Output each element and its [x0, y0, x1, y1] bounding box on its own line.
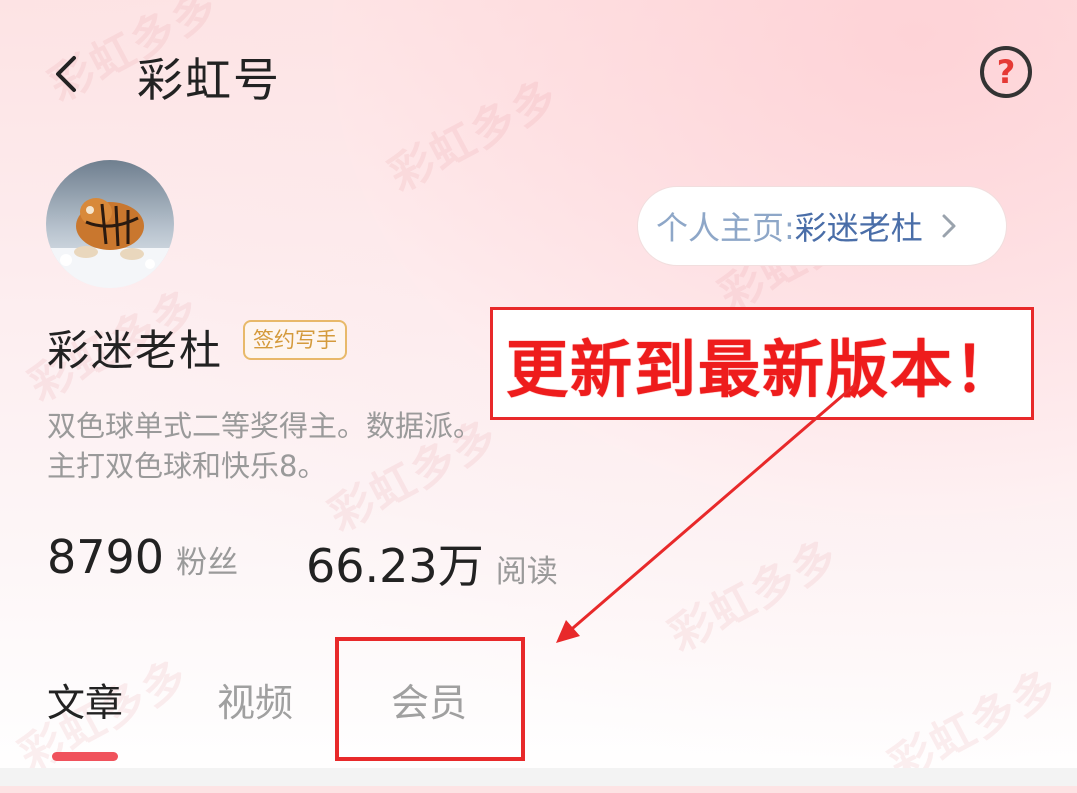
reads-label: 阅读 [495, 554, 558, 590]
user-name: 彩迷老杜 [47, 326, 224, 375]
followers-count: 8790 [47, 530, 165, 584]
membership-tab-highlight [335, 637, 525, 761]
chevron-left-icon [56, 56, 76, 92]
homepage-link[interactable]: 个人主页: 彩迷老杜 [637, 186, 1007, 266]
annotation-text: 更新到最新版本！ [505, 332, 1018, 406]
help-button[interactable]: ? [980, 46, 1032, 98]
question-circle-icon: ? [996, 53, 1016, 91]
signed-writer-badge: 签约写手 [243, 320, 347, 360]
tiger-avatar [46, 160, 174, 288]
homepage-prefix: 个人主页: [656, 209, 795, 247]
annotation-callout: 更新到最新版本！ [490, 307, 1034, 420]
bio-line: 主打双色球和快乐8。 [47, 449, 327, 483]
bio: 双色球单式二等奖得主。数据派。 主打双色球和快乐8。 [47, 406, 482, 486]
followers-label: 粉丝 [176, 545, 239, 581]
page-title: 彩虹号 [137, 53, 281, 107]
followers-stat[interactable]: 8790 粉丝 [47, 530, 238, 584]
avatar[interactable] [46, 160, 174, 288]
homepage-name: 彩迷老杜 [794, 209, 923, 247]
active-tab-indicator [52, 752, 118, 761]
section-divider [0, 768, 1077, 786]
reads-count: 66.23万 [306, 539, 484, 593]
chevron-right-icon [942, 214, 956, 238]
tab-videos[interactable]: 视频 [217, 672, 293, 727]
reads-stat: 66.23万 阅读 [306, 530, 558, 596]
back-button[interactable] [46, 52, 90, 96]
bio-line: 双色球单式二等奖得主。数据派。 [47, 409, 483, 443]
tab-articles[interactable]: 文章 [47, 672, 123, 727]
